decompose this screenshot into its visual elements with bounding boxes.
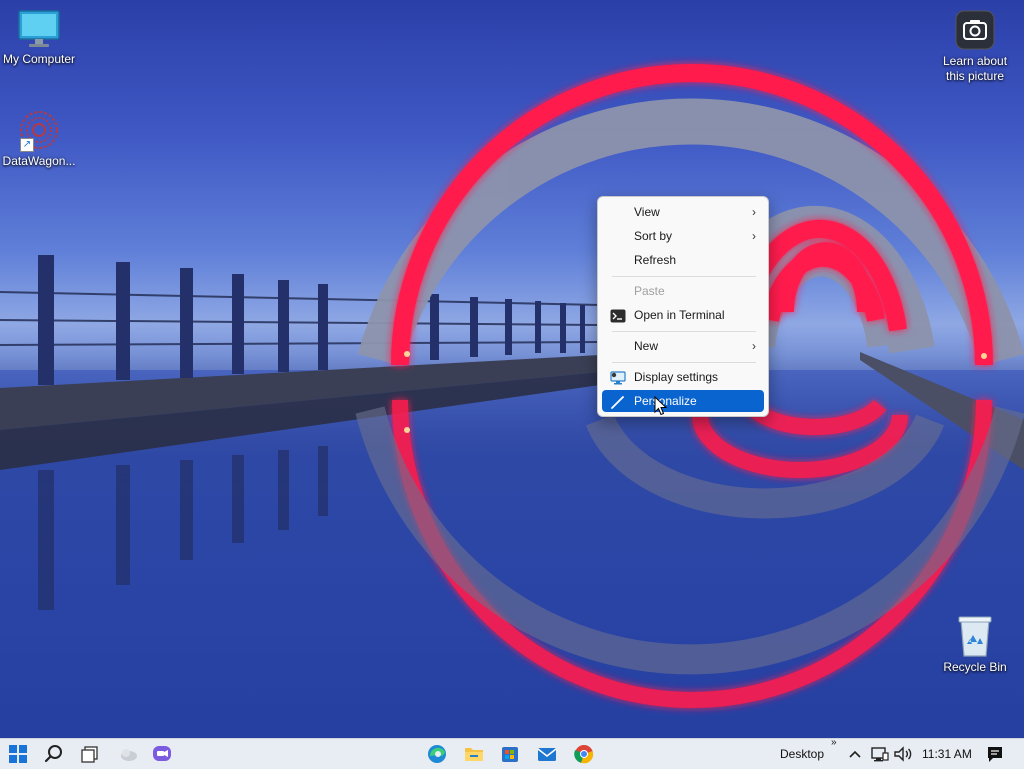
desktop-icon-label: Learn about this picture [942, 54, 1008, 83]
file-explorer-button[interactable] [462, 743, 486, 765]
widgets-icon [121, 749, 137, 761]
menu-item-label: View [634, 205, 660, 219]
file-explorer-icon [465, 748, 483, 761]
chat-icon [153, 746, 171, 761]
monitor-icon [17, 8, 61, 50]
start-icon [9, 745, 27, 763]
menu-item-sort-by[interactable]: Sort by › [602, 225, 764, 247]
menu-item-open-in-terminal[interactable]: Open in Terminal [602, 304, 764, 326]
chrome-button[interactable] [572, 743, 596, 765]
menu-item-label: Paste [634, 284, 665, 298]
chrome-icon [574, 745, 594, 764]
camera-icon [955, 10, 995, 52]
chevron-right-icon: › [752, 205, 756, 219]
store-button[interactable] [498, 743, 522, 765]
menu-item-new[interactable]: New › [602, 335, 764, 357]
network-icon [871, 747, 889, 762]
search-button[interactable] [42, 743, 66, 765]
desktop-icon-my-computer[interactable]: My Computer [0, 8, 81, 67]
menu-item-personalize[interactable]: Personalize [602, 390, 764, 412]
menu-item-label: Open in Terminal [634, 308, 725, 322]
menu-item-label: New [634, 339, 659, 353]
volume-icon [894, 746, 912, 762]
menu-item-view[interactable]: View › [602, 201, 764, 223]
search-icon [44, 745, 62, 763]
mail-button[interactable] [535, 743, 559, 765]
desktop-icon-recycle-bin[interactable]: Recycle Bin [933, 614, 1017, 675]
recycle-bin-icon [955, 614, 995, 658]
network-button[interactable] [868, 743, 890, 765]
menu-separator [612, 362, 756, 363]
desktop-icon-learn-about-picture[interactable]: Learn about this picture [933, 10, 1017, 84]
mouse-cursor-icon [654, 396, 668, 416]
clock[interactable]: 11:31 AM [922, 747, 972, 761]
menu-item-label: Sort by [634, 229, 673, 243]
menu-separator [612, 331, 756, 332]
shortcut-arrow-icon: ↗ [20, 138, 34, 152]
menu-item-label: Display settings [634, 370, 719, 384]
desktop-context-menu: View › Sort by › Refresh Paste Open in T… [597, 196, 769, 417]
task-view-button[interactable] [78, 743, 102, 765]
chat-button[interactable] [150, 743, 174, 765]
task-view-icon [81, 746, 98, 763]
menu-item-paste[interactable]: Paste [602, 280, 764, 302]
display-settings-icon [610, 370, 626, 385]
desktop-toolbar-label[interactable]: Desktop [780, 747, 824, 761]
start-button[interactable] [6, 743, 30, 765]
brush-icon [610, 394, 626, 409]
widgets-button[interactable] [116, 743, 140, 765]
chevron-right-icon: › [752, 339, 756, 353]
toolbar-overflow-icon[interactable]: » [831, 737, 837, 748]
menu-item-refresh[interactable]: Refresh [602, 249, 764, 271]
wallpaper-image [0, 64, 1024, 738]
terminal-icon [610, 308, 626, 323]
notifications-button[interactable] [984, 743, 1006, 765]
desktop-icon-label: My Computer [2, 52, 76, 66]
desktop-icon-label: DataWagon... [2, 154, 76, 168]
desktop-background[interactable]: My Computer ↗ DataWagon... Learn about t… [0, 0, 1024, 738]
desktop-icon-datawagon[interactable]: ↗ DataWagon... [0, 108, 81, 169]
edge-icon [428, 745, 446, 763]
desktop-icon-label: Recycle Bin [943, 660, 1007, 674]
edge-button[interactable] [425, 743, 449, 765]
menu-item-label: Refresh [634, 253, 677, 267]
menu-item-display-settings[interactable]: Display settings [602, 366, 764, 388]
datawagon-app-icon: ↗ [16, 108, 62, 152]
mail-icon [537, 748, 557, 761]
store-icon [502, 747, 518, 762]
taskbar: Desktop » 11:31 AM [0, 737, 1024, 769]
chevron-up-icon [849, 750, 861, 758]
show-hidden-icons-button[interactable] [845, 743, 865, 765]
menu-separator [612, 276, 756, 277]
notification-icon [988, 747, 1002, 762]
volume-button[interactable] [892, 743, 914, 765]
chevron-right-icon: › [752, 229, 756, 243]
